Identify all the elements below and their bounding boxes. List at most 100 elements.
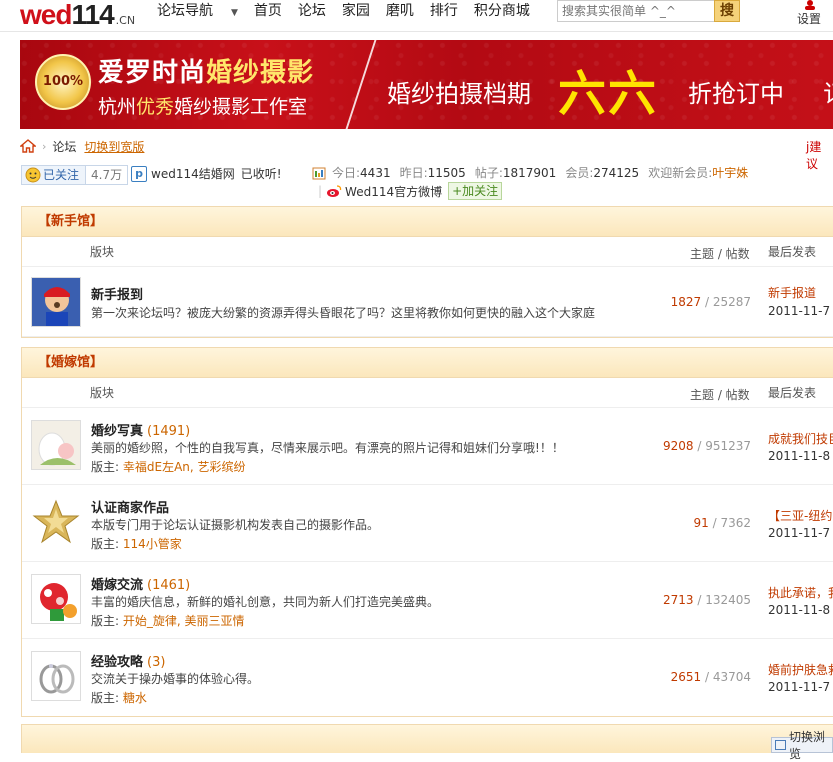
forum-counts: 2651 / 43704 — [670, 670, 751, 684]
weibo-name[interactable]: Wed114官方微博 — [345, 183, 442, 200]
forum-title[interactable]: 婚纱写真 (1491) — [91, 420, 190, 439]
follow-label: 已关注 — [43, 168, 80, 182]
add-follow-button[interactable]: +加关注 — [448, 182, 503, 200]
newest-member-link[interactable]: 叶宇姝 — [712, 164, 748, 181]
stat-yesterday-label: 昨日: — [399, 166, 428, 180]
nav-forum[interactable]: 论坛 — [298, 0, 326, 24]
banner-title-a: 爱罗时尚 — [98, 58, 207, 88]
col-last-post: 最后发表 — [768, 386, 817, 400]
section-header: 【婚嫁馆】 — [22, 348, 833, 378]
banner-title: 爱罗时尚婚纱摄影 — [98, 52, 314, 89]
forum-title-text: 认证商家作品 — [91, 501, 170, 516]
switch-view-button[interactable]: 切换浏览 — [771, 730, 833, 761]
moderators-label: 版主: — [91, 460, 120, 474]
suggest-link[interactable]: j建议 — [806, 138, 833, 172]
forum-title-text: 婚嫁交流 — [91, 578, 144, 593]
stat-members-label: 会员: — [565, 166, 594, 180]
forum-row-newbie: 新手报到 第一次来论坛吗？被庞大纷繁的资源弄得头昏眼花了吗？这里将教你如何更快的… — [22, 267, 833, 337]
last-post-date: 2011-11-7 1 — [768, 680, 833, 694]
last-post-date: 2011-11-7 2 — [768, 304, 833, 318]
section-newbie: 【新手馆】 版块 主题 / 帖数 最后发表 新手报到 第一次来论坛吗？被庞大纷繁… — [21, 206, 833, 338]
topic-count: 9208 — [662, 439, 694, 453]
nav-forum-guide[interactable]: 论坛导航 ▼ — [157, 0, 238, 24]
forum-thumbnail[interactable] — [31, 651, 81, 701]
banner-title-b: 婚纱摄影 — [206, 58, 315, 88]
last-post-date: 2011-11-8 0 — [768, 449, 833, 463]
banner-sub-a: 杭州 — [98, 96, 137, 118]
last-post-link[interactable]: 婚前护肤急救 — [768, 661, 833, 678]
top-bar: wed114.CN 论坛导航 ▼ 首页 论坛 家园 磨叽 排行 积分商城 搜 设置 — [0, 0, 833, 32]
settings-link[interactable]: 设置 — [797, 10, 821, 27]
forum-title[interactable]: 认证商家作品 — [91, 497, 169, 516]
nav-forum-guide-label: 论坛导航 — [157, 3, 213, 19]
banner-promo-a: 婚纱拍摄档期 — [387, 80, 531, 108]
section-title[interactable]: 【新手馆】 — [38, 207, 103, 237]
forum-title[interactable]: 新手报到 — [91, 284, 143, 303]
moderators: 版主: 114小管家 — [91, 535, 182, 552]
logo-suffix: .CN — [115, 14, 136, 27]
search-button[interactable]: 搜 — [714, 0, 740, 22]
quality-badge: 100% — [35, 54, 91, 110]
topic-count: 2713 — [662, 593, 694, 607]
last-post-link[interactable]: 新手报道 — [768, 284, 816, 301]
banner-promo-b: 折抢订中 — [688, 80, 784, 108]
section-wedding: 【婚嫁馆】 版块 主题 / 帖数 最后发表 婚纱写真 (1491) 美丽的婚纱照，… — [21, 347, 833, 717]
nav-ranking[interactable]: 排行 — [430, 0, 458, 24]
breadcrumb: › 论坛 切换到宽版 — [20, 137, 144, 155]
search-input[interactable] — [558, 1, 714, 21]
forum-title[interactable]: 婚嫁交流 (1461) — [91, 574, 190, 593]
nav-points-mall[interactable]: 积分商城 — [474, 0, 530, 24]
banner-sub-c: 婚纱摄影工作室 — [174, 96, 308, 118]
nav-moji[interactable]: 磨叽 — [386, 0, 414, 24]
forum-row-exchange: 婚嫁交流 (1461) 丰富的婚庆信息，新鲜的婚礼创意，共同为新人们打造完美盛典。… — [22, 562, 833, 639]
stats-icon — [312, 167, 326, 179]
breadcrumb-current[interactable]: 论坛 — [52, 138, 76, 155]
logo-brand: wed — [20, 0, 72, 30]
forum-thumbnail[interactable] — [31, 420, 81, 470]
forum-thumbnail[interactable] — [31, 497, 81, 547]
window-icon — [775, 740, 786, 750]
last-post-link[interactable]: 【三亚-纽约 — [768, 507, 832, 524]
switch-wide-link[interactable]: 切换到宽版 — [84, 138, 144, 155]
today-count: (1491) — [147, 424, 191, 439]
stat-yesterday: 11505 — [427, 165, 466, 180]
forum-counts: 9208 / 951237 — [662, 439, 751, 453]
forum-title[interactable]: 经验攻略 (3) — [91, 651, 165, 670]
column-header: 版块 主题 / 帖数 最后发表 — [22, 237, 833, 267]
moderators: 版主: 糖水 — [91, 689, 147, 706]
stat-today: 4431 — [360, 165, 391, 180]
last-post-link[interactable]: 执此承诺，我 — [768, 584, 833, 601]
col-board: 版块 — [90, 245, 115, 259]
col-board: 版块 — [90, 386, 115, 400]
moderator-links[interactable]: 糖水 — [123, 691, 147, 705]
follow-count: 4.7万 — [85, 166, 128, 184]
qq-weibo-icon: p — [131, 165, 147, 182]
chevron-down-icon: ▼ — [231, 8, 238, 18]
moderator-links[interactable]: 114小管家 — [123, 537, 182, 551]
forum-row-photos: 婚纱写真 (1491) 美丽的婚纱照，个性的自我写真，尽情来展示吧。有漂亮的照片记… — [22, 408, 833, 485]
home-icon[interactable] — [20, 139, 36, 153]
moderator-links[interactable]: 幸福dE左An, 艺彩缤纷 — [123, 460, 246, 474]
moderators-label: 版主: — [91, 691, 120, 705]
banner-promo-big: 六六 — [558, 66, 659, 122]
forum-thumbnail[interactable] — [31, 277, 81, 327]
nav-space[interactable]: 家园 — [342, 0, 370, 24]
col-topics-posts: 主题 / 帖数 — [690, 388, 750, 402]
forum-thumbnail[interactable] — [31, 574, 81, 624]
last-post-link[interactable]: 成就我们技巨 — [768, 430, 833, 447]
ad-banner[interactable]: 100% 爱罗时尚婚纱摄影 杭州优秀婚纱摄影工作室 婚纱拍摄档期 六六 折抢订中… — [20, 40, 833, 129]
section-title[interactable]: 【婚嫁馆】 — [38, 348, 103, 378]
column-header: 版块 主题 / 帖数 最后发表 — [22, 378, 833, 408]
wed-status: 已收听! — [240, 167, 282, 181]
section-header: 【新手馆】 — [22, 207, 833, 237]
follow-button[interactable]: 已关注 4.7万 — [21, 165, 129, 185]
nav-home[interactable]: 首页 — [254, 0, 282, 24]
col-topics-posts: 主题 / 帖数 — [690, 247, 750, 261]
site-logo[interactable]: wed 114 .CN — [20, 0, 135, 30]
main-nav: 论坛导航 ▼ 首页 论坛 家园 磨叽 排行 积分商城 — [157, 0, 546, 24]
moderator-links[interactable]: 开始_旋律, 美丽三亚情 — [123, 614, 245, 628]
moderators-label: 版主: — [91, 614, 120, 628]
user-icon[interactable] — [803, 0, 817, 10]
wed-name[interactable]: wed114结婚网 — [151, 165, 235, 182]
last-post-date: 2011-11-7 2 — [768, 526, 833, 540]
